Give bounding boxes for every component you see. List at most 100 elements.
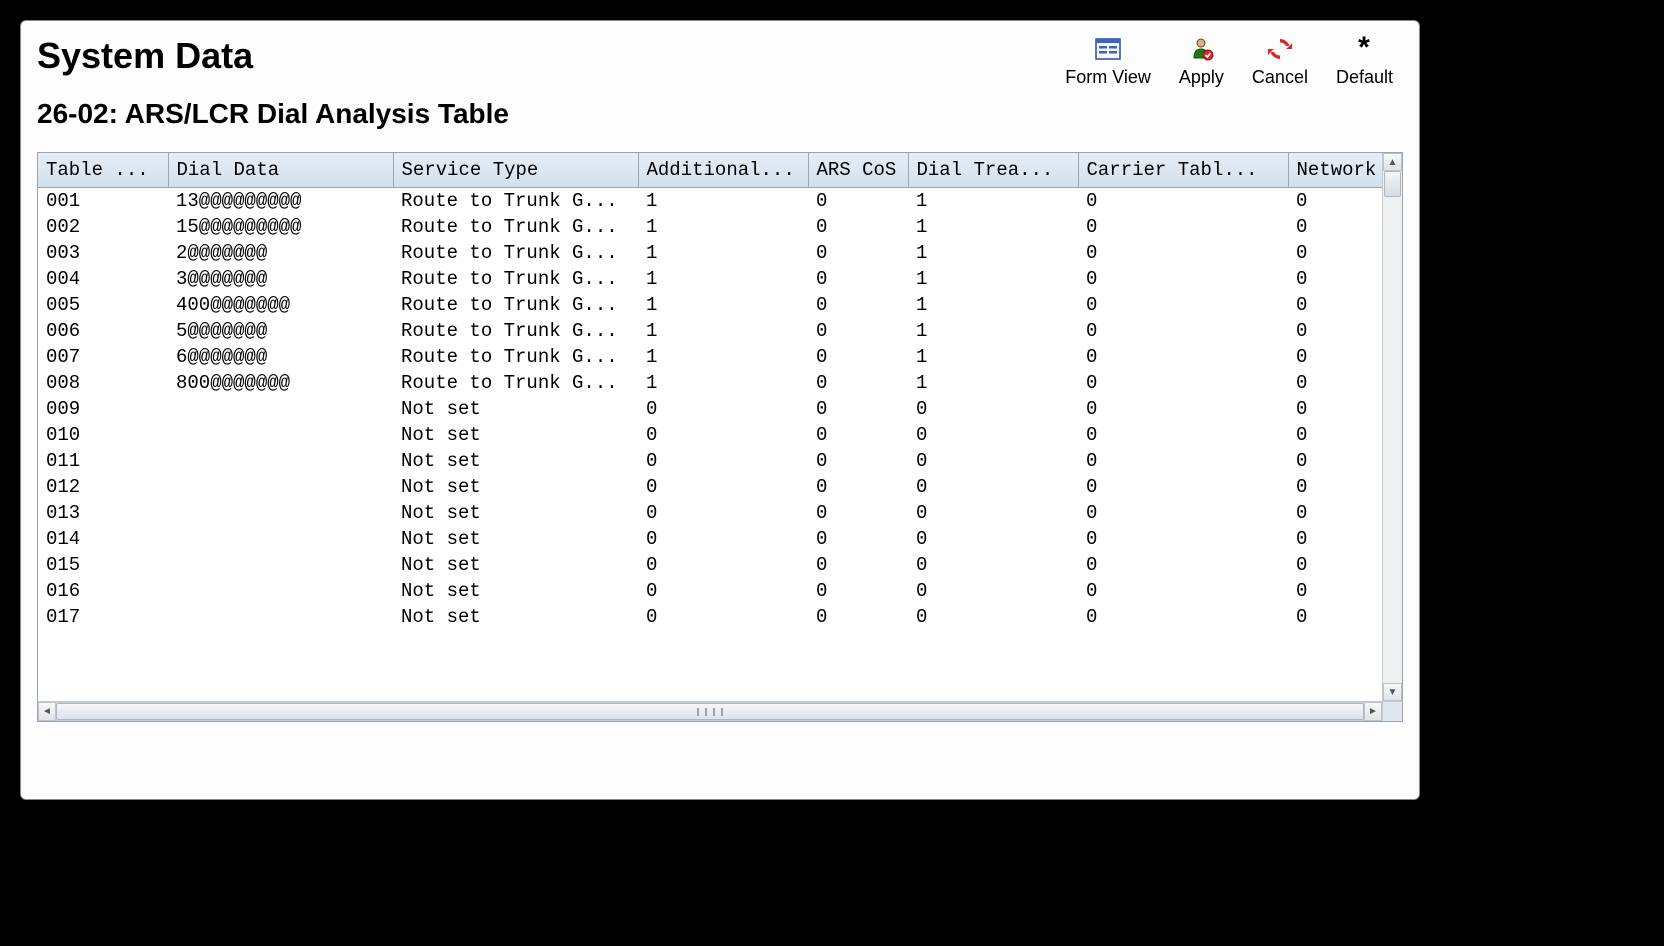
cell-dial[interactable] [168,578,393,604]
cell-cos[interactable]: 0 [808,500,908,526]
cell-table[interactable]: 005 [38,292,168,318]
cell-trea[interactable]: 0 [908,500,1078,526]
cell-table[interactable]: 014 [38,526,168,552]
default-button[interactable]: * Default [1336,35,1393,88]
cell-carr[interactable]: 0 [1078,318,1288,344]
cell-table[interactable]: 010 [38,422,168,448]
cell-dial[interactable]: 2@@@@@@@ [168,240,393,266]
cell-dial[interactable]: 15@@@@@@@@@ [168,214,393,240]
cell-add[interactable]: 0 [638,500,808,526]
table-row[interactable]: 017Not set00000 [38,604,1382,630]
cell-net[interactable]: 0 [1288,448,1382,474]
cell-service[interactable]: Route to Trunk G... [393,344,638,370]
cell-add[interactable]: 0 [638,396,808,422]
cell-service[interactable]: Not set [393,526,638,552]
scroll-up-icon[interactable]: ▲ [1383,153,1402,171]
table-row[interactable]: 012Not set00000 [38,474,1382,500]
cell-net[interactable]: 0 [1288,500,1382,526]
table-row[interactable]: 010Not set00000 [38,422,1382,448]
cell-trea[interactable]: 1 [908,292,1078,318]
col-header-dial[interactable]: Dial Data [168,153,393,188]
cell-add[interactable]: 0 [638,448,808,474]
cell-net[interactable]: 0 [1288,318,1382,344]
cell-net[interactable]: 0 [1288,214,1382,240]
cell-carr[interactable]: 0 [1078,240,1288,266]
cell-add[interactable]: 1 [638,240,808,266]
cell-carr[interactable]: 0 [1078,422,1288,448]
cell-net[interactable]: 0 [1288,292,1382,318]
cell-add[interactable]: 1 [638,318,808,344]
cell-service[interactable]: Not set [393,422,638,448]
horizontal-scrollbar[interactable]: ◄ ► [38,701,1402,721]
cell-dial[interactable]: 400@@@@@@@ [168,292,393,318]
cell-add[interactable]: 0 [638,552,808,578]
cell-trea[interactable]: 1 [908,344,1078,370]
cell-dial[interactable]: 6@@@@@@@ [168,344,393,370]
cell-dial[interactable] [168,500,393,526]
cell-service[interactable]: Route to Trunk G... [393,318,638,344]
table-row[interactable]: 013Not set00000 [38,500,1382,526]
cell-cos[interactable]: 0 [808,474,908,500]
cell-add[interactable]: 0 [638,422,808,448]
cell-service[interactable]: Route to Trunk G... [393,240,638,266]
cell-table[interactable]: 016 [38,578,168,604]
cell-service[interactable]: Not set [393,396,638,422]
cell-trea[interactable]: 0 [908,526,1078,552]
scroll-left-icon[interactable]: ◄ [38,702,56,721]
cell-add[interactable]: 0 [638,604,808,630]
cell-table[interactable]: 011 [38,448,168,474]
cell-carr[interactable]: 0 [1078,292,1288,318]
cell-service[interactable]: Route to Trunk G... [393,292,638,318]
cell-cos[interactable]: 0 [808,422,908,448]
cell-net[interactable]: 0 [1288,422,1382,448]
cell-table[interactable]: 001 [38,188,168,215]
cell-trea[interactable]: 1 [908,214,1078,240]
table-row[interactable]: 0065@@@@@@@Route to Trunk G...10100 [38,318,1382,344]
cell-add[interactable]: 0 [638,526,808,552]
cell-carr[interactable]: 0 [1078,448,1288,474]
cell-service[interactable]: Not set [393,448,638,474]
cell-cos[interactable]: 0 [808,188,908,215]
cell-add[interactable]: 0 [638,578,808,604]
cell-net[interactable]: 0 [1288,396,1382,422]
cell-service[interactable]: Not set [393,552,638,578]
cell-table[interactable]: 013 [38,500,168,526]
cell-trea[interactable]: 0 [908,552,1078,578]
scroll-down-icon[interactable]: ▼ [1383,683,1402,701]
cell-dial[interactable] [168,474,393,500]
cell-dial[interactable] [168,422,393,448]
cell-cos[interactable]: 0 [808,344,908,370]
cell-service[interactable]: Not set [393,474,638,500]
cell-cos[interactable]: 0 [808,266,908,292]
cell-cos[interactable]: 0 [808,292,908,318]
cell-net[interactable]: 0 [1288,552,1382,578]
cell-cos[interactable]: 0 [808,318,908,344]
cell-cos[interactable]: 0 [808,240,908,266]
table-row[interactable]: 0032@@@@@@@Route to Trunk G...10100 [38,240,1382,266]
cell-carr[interactable]: 0 [1078,396,1288,422]
cell-add[interactable]: 0 [638,474,808,500]
cell-cos[interactable]: 0 [808,396,908,422]
cell-table[interactable]: 002 [38,214,168,240]
cell-net[interactable]: 0 [1288,604,1382,630]
cell-trea[interactable]: 1 [908,370,1078,396]
cell-carr[interactable]: 0 [1078,370,1288,396]
cell-trea[interactable]: 0 [908,422,1078,448]
cell-service[interactable]: Not set [393,604,638,630]
cell-trea[interactable]: 0 [908,448,1078,474]
cell-net[interactable]: 0 [1288,266,1382,292]
cell-add[interactable]: 1 [638,370,808,396]
table-row[interactable]: 009Not set00000 [38,396,1382,422]
cell-service[interactable]: Route to Trunk G... [393,214,638,240]
vertical-scrollbar[interactable]: ▲ ▼ [1382,153,1402,701]
cell-cos[interactable]: 0 [808,370,908,396]
cell-trea[interactable]: 0 [908,578,1078,604]
cell-trea[interactable]: 0 [908,604,1078,630]
apply-button[interactable]: Apply [1179,35,1224,88]
cell-cos[interactable]: 0 [808,214,908,240]
cell-table[interactable]: 004 [38,266,168,292]
table-row[interactable]: 00113@@@@@@@@@Route to Trunk G...10100 [38,188,1382,215]
cell-table[interactable]: 006 [38,318,168,344]
table-row[interactable]: 005400@@@@@@@Route to Trunk G...10100 [38,292,1382,318]
table-row[interactable]: 0076@@@@@@@Route to Trunk G...10100 [38,344,1382,370]
